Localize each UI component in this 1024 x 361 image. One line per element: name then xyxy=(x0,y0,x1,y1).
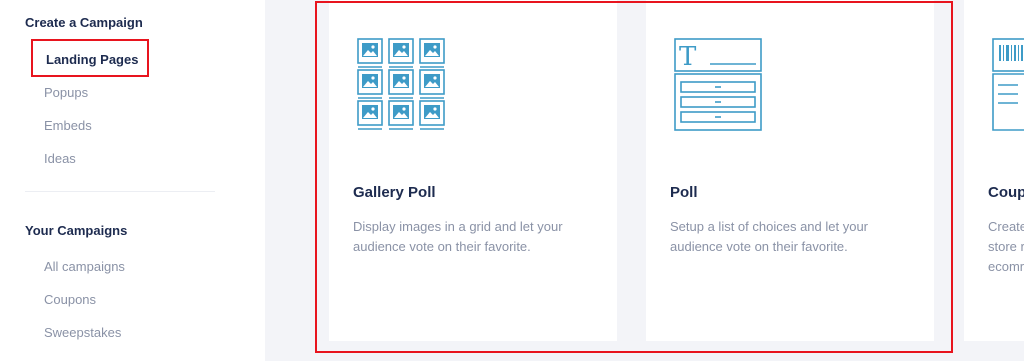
sidebar-item-all-campaigns[interactable]: All campaigns xyxy=(44,259,125,274)
card-title: Gallery Poll xyxy=(353,184,436,201)
card-description: Create store r ecomr xyxy=(988,219,1024,274)
card-description: Display images in a grid and let your au… xyxy=(353,219,563,254)
image-grid-icon xyxy=(357,38,445,130)
sidebar: Create a Campaign Landing Pages Popups E… xyxy=(0,0,265,361)
card-description: Setup a list of choices and let your aud… xyxy=(670,219,869,254)
card-title: Poll xyxy=(670,184,698,201)
sidebar-item-landing-pages[interactable]: Landing Pages xyxy=(46,52,138,67)
gallery-poll-card[interactable]: Gallery Poll Display images in a grid an… xyxy=(329,0,617,341)
sidebar-item-sweepstakes[interactable]: Sweepstakes xyxy=(44,325,121,340)
poll-list-icon: T xyxy=(674,38,762,131)
sidebar-item-ideas[interactable]: Ideas xyxy=(44,151,76,166)
svg-text:T: T xyxy=(679,42,697,72)
your-campaigns-heading: Your Campaigns xyxy=(25,223,128,238)
sidebar-item-coupons[interactable]: Coupons xyxy=(44,292,96,307)
coupon-barcode-icon xyxy=(992,38,1024,131)
sidebar-divider xyxy=(25,191,215,192)
poll-card[interactable]: T Poll Setup a list of choices and let y… xyxy=(646,0,934,341)
create-campaign-heading: Create a Campaign xyxy=(25,15,143,30)
card-title: Coup xyxy=(988,184,1024,201)
coupon-card[interactable]: Coup Create store r ecomr xyxy=(964,0,1024,341)
sidebar-item-popups[interactable]: Popups xyxy=(44,85,88,100)
sidebar-item-embeds[interactable]: Embeds xyxy=(44,118,92,133)
